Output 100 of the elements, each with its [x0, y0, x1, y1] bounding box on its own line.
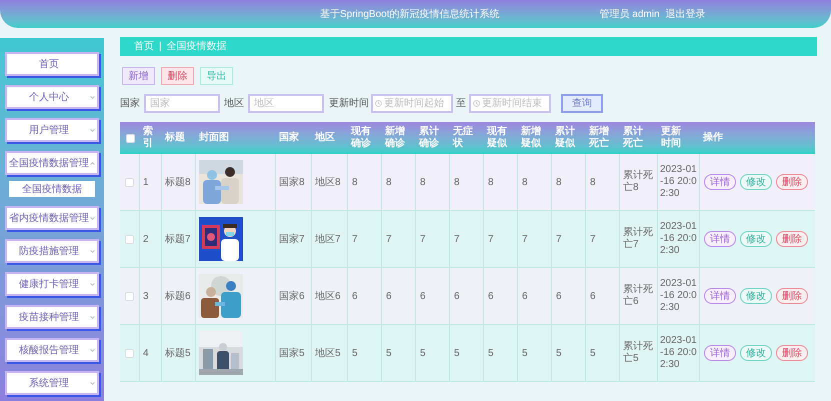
menu-item[interactable]: 系统管理 — [5, 371, 99, 395]
chevron-down-icon — [89, 346, 96, 354]
title-cell-text: 标题5 — [165, 346, 191, 360]
number-cell-text: 6 — [386, 290, 392, 304]
menu-item[interactable]: 防疫措施管理 — [5, 239, 99, 263]
number-cell-text: 7 — [454, 232, 460, 246]
column-header: 现有确诊 — [351, 126, 372, 150]
search-button[interactable]: 查询 — [561, 94, 603, 112]
add-button[interactable]: 新增 — [122, 67, 155, 85]
number-cell-text: 8 — [420, 176, 426, 190]
field-label: 更新时间 — [329, 96, 369, 110]
index-cell-text: 4 — [143, 346, 149, 360]
row-action-button[interactable]: 详情 — [704, 345, 736, 361]
number-cell-text: 8 — [454, 176, 460, 190]
number-cell-text: 6 — [454, 290, 460, 304]
number-cell-text: 7 — [522, 232, 528, 246]
deaths-cell: 累计死亡7 — [623, 227, 654, 251]
menu-item[interactable]: 核酸报告管理 — [5, 338, 99, 362]
column-header: 国家 — [279, 132, 299, 144]
chevron-down-icon — [89, 380, 96, 386]
chevron-down-icon — [89, 94, 96, 100]
column-header: 无症状 — [453, 126, 474, 150]
country-field[interactable]: 国家 — [144, 94, 220, 112]
checkbox[interactable] — [126, 134, 134, 142]
country-cell-text: 国家5 — [279, 346, 305, 360]
menu-item[interactable]: 用户管理 — [5, 118, 99, 142]
checkbox[interactable] — [125, 348, 134, 358]
chevron-down-icon — [89, 280, 96, 288]
checkbox[interactable] — [125, 292, 134, 300]
region-field[interactable]: 地区 — [248, 94, 324, 112]
row-action-button[interactable]: 详情 — [704, 174, 736, 190]
start-date-field[interactable]: 更新时间起始 — [371, 94, 453, 112]
chevron-down-icon — [89, 314, 96, 320]
number-cell-text: 6 — [556, 290, 562, 304]
row-action-button[interactable]: 修改 — [740, 231, 772, 247]
column-header: 新增疑似 — [521, 126, 542, 150]
row-action-button[interactable]: 详情 — [704, 288, 736, 304]
region-cell-text: 地区7 — [315, 232, 341, 246]
row-action-button[interactable]: 删除 — [776, 231, 808, 247]
menu-item[interactable]: 全国疫情数据管理 — [5, 151, 99, 175]
number-cell-text: 8 — [386, 176, 392, 190]
menu-item[interactable]: 疫苗接种管理 — [5, 305, 99, 329]
submenu-item[interactable]: 全国疫情数据 — [9, 181, 95, 197]
number-cell-text: 5 — [454, 346, 460, 360]
row-action-button[interactable]: 修改 — [740, 288, 772, 304]
row-action-button[interactable]: 删除 — [776, 345, 808, 361]
region-cell-text: 地区8 — [315, 176, 341, 190]
column-header: 新增确诊 — [385, 126, 406, 150]
column-header: 更新时间 — [661, 126, 682, 150]
column-header: 新增死亡 — [589, 126, 610, 150]
menu-item[interactable]: 首页 — [5, 52, 99, 76]
country-cell-text: 国家7 — [279, 232, 305, 246]
column-header: 索引 — [143, 126, 154, 150]
column-header: 标题 — [165, 132, 185, 144]
time-cell: 2023-01-16 20:02:30 — [660, 335, 697, 371]
title-cell-text: 标题7 — [165, 232, 191, 246]
checkbox[interactable] — [125, 178, 134, 186]
column-header: 累计疑似 — [555, 126, 576, 150]
column-header: 封面图 — [199, 132, 229, 144]
menu-item[interactable]: 省内疫情数据管理 — [5, 206, 99, 230]
deaths-cell: 累计死亡5 — [623, 341, 654, 365]
number-cell-text: 6 — [352, 290, 358, 304]
deaths-cell: 累计死亡6 — [623, 284, 654, 308]
clock-icon — [375, 100, 382, 106]
breadcrumb-separator: | — [159, 40, 162, 54]
number-cell-text: 7 — [488, 232, 494, 246]
checkbox[interactable] — [125, 234, 134, 244]
number-cell-text: 5 — [420, 346, 426, 360]
time-cell: 2023-01-16 20:02:30 — [660, 221, 697, 257]
number-cell-text: 7 — [420, 232, 426, 246]
title-cell-text: 标题6 — [165, 290, 191, 304]
row-action-button[interactable]: 修改 — [740, 174, 772, 190]
region-cell-text: 地区6 — [315, 290, 341, 304]
export-button[interactable]: 导出 — [200, 67, 233, 85]
number-cell-text: 5 — [488, 346, 494, 360]
index-cell-text: 2 — [143, 232, 149, 246]
end-date-field[interactable]: 更新时间结束 — [469, 94, 551, 112]
title-cell-text: 标题8 — [165, 176, 191, 190]
menu-item[interactable]: 健康打卡管理 — [5, 272, 99, 296]
number-cell-text: 5 — [386, 346, 392, 360]
range-separator: 至 — [456, 96, 466, 110]
number-cell-text: 8 — [352, 176, 358, 190]
chevron-up-icon — [89, 160, 96, 166]
user-name: 管理员 admin — [599, 8, 660, 22]
delete-button[interactable]: 删除 — [161, 67, 194, 85]
number-cell-text: 8 — [488, 176, 494, 190]
row-action-button[interactable]: 删除 — [776, 174, 808, 190]
chevron-down-icon — [89, 214, 96, 222]
row-action-button[interactable]: 详情 — [704, 231, 736, 247]
number-cell-text: 6 — [590, 290, 596, 304]
index-cell-text: 1 — [143, 176, 149, 190]
number-cell-text: 6 — [488, 290, 494, 304]
menu-item[interactable]: 个人中心 — [5, 85, 99, 109]
number-cell-text: 7 — [386, 232, 392, 246]
country-cell-text: 国家6 — [279, 290, 305, 304]
row-action-button[interactable]: 修改 — [740, 345, 772, 361]
app-title: 基于SpringBoot的新冠疫情信息统计系统 — [320, 8, 500, 22]
logout-link[interactable]: 退出登录 — [666, 6, 706, 22]
row-action-button[interactable]: 删除 — [776, 288, 808, 304]
number-cell-text: 8 — [556, 176, 562, 190]
